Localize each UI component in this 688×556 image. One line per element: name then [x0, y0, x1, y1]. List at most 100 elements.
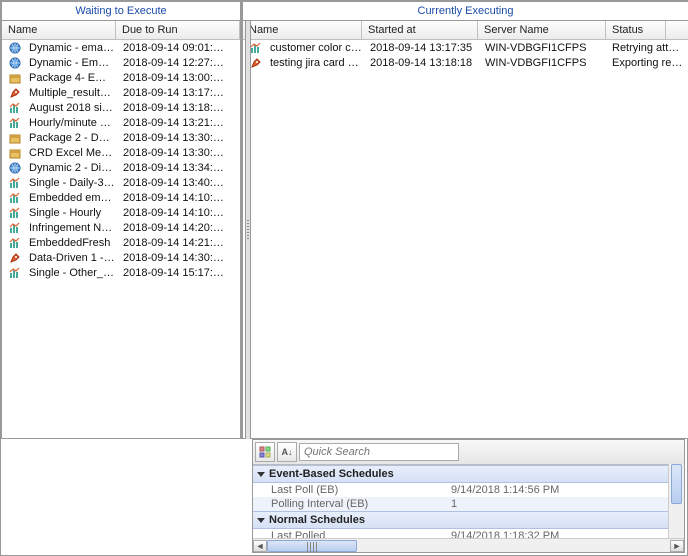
row-name: Single - Other_rep... [25, 266, 119, 280]
property-row[interactable]: Last Poll (EB)9/14/2018 1:14:56 PM [253, 483, 684, 497]
row-due: 2018-09-14 13:17:00 [119, 86, 229, 100]
row-server: WIN-VDBGFI1CFPS [481, 56, 608, 70]
table-row[interactable]: customer color cha...2018-09-14 13:17:35… [243, 40, 688, 55]
chart-green-icon [8, 176, 22, 190]
table-row[interactable]: Single - Hourly2018-09-14 14:10:00 [2, 205, 240, 220]
chart-green-icon [249, 41, 263, 55]
row-name: Single - Hourly [25, 206, 119, 220]
row-name: August 2018 single [25, 101, 119, 115]
row-name: Dynamic 2 - Disk - ... [25, 161, 119, 175]
waiting-header: Name Due to Run [2, 21, 240, 40]
waiting-panel: Waiting to Execute Name Due to Run Dynam… [1, 1, 241, 439]
table-row[interactable]: Multiple_results-ex...2018-09-14 13:17:0… [2, 85, 240, 100]
row-name: Dynamic - Email - #2 [25, 56, 119, 70]
table-row[interactable]: Data-Driven 1 - email2018-09-14 14:30:00 [2, 250, 240, 265]
row-due: 2018-09-14 15:17:00 [119, 266, 229, 280]
property-value: 9/14/2018 1:14:56 PM [451, 484, 559, 496]
col-server[interactable]: Server Name [478, 21, 606, 39]
box-yellow-icon [8, 131, 22, 145]
row-status: Exporting repor [608, 56, 688, 70]
table-row[interactable]: CRD Excel Merge...2018-09-14 13:30:00 [2, 145, 240, 160]
collapse-icon [257, 518, 265, 523]
row-due: 2018-09-14 09:01:00 [119, 41, 229, 55]
col-name[interactable]: Name [243, 21, 362, 39]
vertical-splitter[interactable] [245, 21, 251, 439]
box-yellow-icon [8, 146, 22, 160]
row-due: 2018-09-14 12:27:00 [119, 56, 229, 70]
rocket-icon [249, 56, 263, 70]
executing-rows: customer color cha...2018-09-14 13:17:35… [243, 40, 688, 438]
row-due: 2018-09-14 13:30:00 [119, 146, 229, 160]
row-due: 2018-09-14 13:30:00 [119, 131, 229, 145]
chart-green-icon [8, 101, 22, 115]
table-row[interactable]: Package 4- Email-...2018-09-14 13:00:00 [2, 70, 240, 85]
property-row[interactable]: Polling Interval (EB)1 [253, 497, 684, 511]
table-row[interactable]: Package 2 - Daily -...2018-09-14 13:30:0… [2, 130, 240, 145]
col-status[interactable]: Status [606, 21, 666, 39]
chart-green-icon [8, 266, 22, 280]
row-name: Single - Daily-30Mi... [25, 176, 119, 190]
row-due: 2018-09-14 13:18:00 [119, 101, 229, 115]
table-row[interactable]: Infringement Nomi...2018-09-14 14:20:00 [2, 220, 240, 235]
waiting-title: Waiting to Execute [2, 2, 240, 21]
collapse-icon [257, 472, 265, 477]
row-name: Hourly/minute bug [25, 116, 119, 130]
property-key: Last Polled [271, 530, 451, 538]
row-due: 2018-09-14 14:10:00 [119, 191, 229, 205]
chart-green-icon [8, 191, 22, 205]
globe-blue-icon [8, 41, 22, 55]
waiting-rows: Dynamic - email e...2018-09-14 09:01:00D… [2, 40, 240, 438]
property-key: Last Poll (EB) [271, 484, 451, 496]
table-row[interactable]: Embedded email test2018-09-14 14:10:00 [2, 190, 240, 205]
col-started[interactable]: Started at [362, 21, 478, 39]
globe-blue-icon [8, 56, 22, 70]
table-row[interactable]: Hourly/minute bug2018-09-14 13:21:00 [2, 115, 240, 130]
col-name[interactable]: Name [2, 21, 116, 39]
table-row[interactable]: Dynamic - email e...2018-09-14 09:01:00 [2, 40, 240, 55]
chart-green-icon [8, 206, 22, 220]
table-row[interactable]: Single - Daily-30Mi...2018-09-14 13:40:0… [2, 175, 240, 190]
properties-hscroll[interactable]: ◄ ► [253, 538, 684, 552]
table-row[interactable]: Dynamic 2 - Disk - ...2018-09-14 13:34:0… [2, 160, 240, 175]
chart-green-icon [8, 221, 22, 235]
row-server: WIN-VDBGFI1CFPS [481, 41, 608, 55]
row-name: Dynamic - email e... [25, 41, 119, 55]
row-started: 2018-09-14 13:17:35 [366, 41, 481, 55]
property-value: 1 [451, 498, 457, 510]
executing-header: Name Started at Server Name Status [243, 21, 688, 40]
row-status: Retrying attemp [608, 41, 688, 55]
row-name: Package 2 - Daily -... [25, 131, 119, 145]
row-name: EmbeddedFresh [25, 236, 119, 250]
sort-button[interactable]: A↓ [277, 442, 297, 462]
table-row[interactable]: EmbeddedFresh2018-09-14 14:21:00 [2, 235, 240, 250]
property-value: 9/14/2018 1:18:32 PM [451, 530, 559, 538]
properties-toolbar: A↓ [253, 440, 684, 465]
quick-search-input[interactable] [299, 443, 459, 461]
table-row[interactable]: Single - Other_rep...2018-09-14 15:17:00 [2, 265, 240, 280]
table-row[interactable]: Dynamic - Email - #22018-09-14 12:27:00 [2, 55, 240, 70]
row-due: 2018-09-14 14:30:00 [119, 251, 229, 265]
executing-panel: Currently Executing Name Started at Serv… [241, 1, 688, 439]
properties-vscroll[interactable] [668, 464, 684, 538]
row-due: 2018-09-14 13:00:00 [119, 71, 229, 85]
row-due: 2018-09-14 14:21:00 [119, 236, 229, 250]
row-due: 2018-09-14 13:34:00 [119, 161, 229, 175]
property-row[interactable]: Last Polled9/14/2018 1:18:32 PM [253, 529, 684, 538]
scroll-left[interactable]: ◄ [253, 540, 267, 552]
property-key: Polling Interval (EB) [271, 498, 451, 510]
row-due: 2018-09-14 14:10:00 [119, 206, 229, 220]
row-due: 2018-09-14 13:21:00 [119, 116, 229, 130]
row-name: testing jira card 162 [266, 56, 366, 70]
scroll-right[interactable]: ► [670, 540, 684, 552]
table-row[interactable]: August 2018 single2018-09-14 13:18:00 [2, 100, 240, 115]
group-header[interactable]: Event-Based Schedules [253, 465, 684, 483]
box-yellow-icon [8, 71, 22, 85]
executing-title: Currently Executing [243, 2, 688, 21]
col-due[interactable]: Due to Run [116, 21, 240, 39]
chart-green-icon [8, 236, 22, 250]
globe-blue-icon [8, 161, 22, 175]
categorize-button[interactable] [255, 442, 275, 462]
row-name: Data-Driven 1 - email [25, 251, 119, 265]
table-row[interactable]: testing jira card 1622018-09-14 13:18:18… [243, 55, 688, 70]
group-header[interactable]: Normal Schedules [253, 511, 684, 529]
